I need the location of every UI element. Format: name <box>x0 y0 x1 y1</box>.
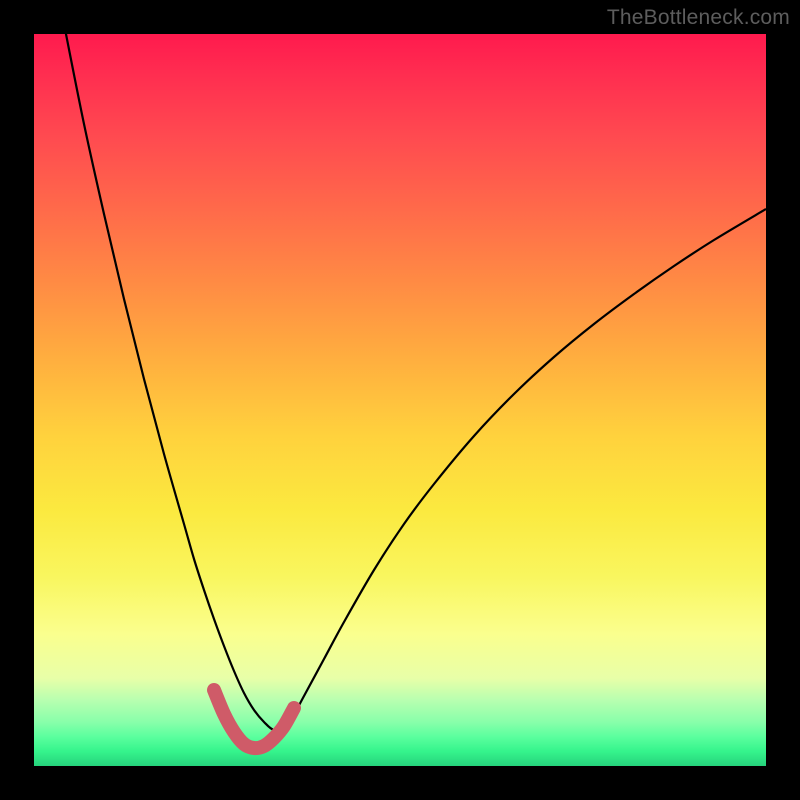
chart-outer-frame: TheBottleneck.com <box>0 0 800 800</box>
main-curve <box>64 34 766 730</box>
chart-plot-area <box>34 34 766 766</box>
minimum-highlight <box>214 690 294 748</box>
watermark-label: TheBottleneck.com <box>607 6 790 30</box>
chart-curve-layer <box>34 34 766 766</box>
